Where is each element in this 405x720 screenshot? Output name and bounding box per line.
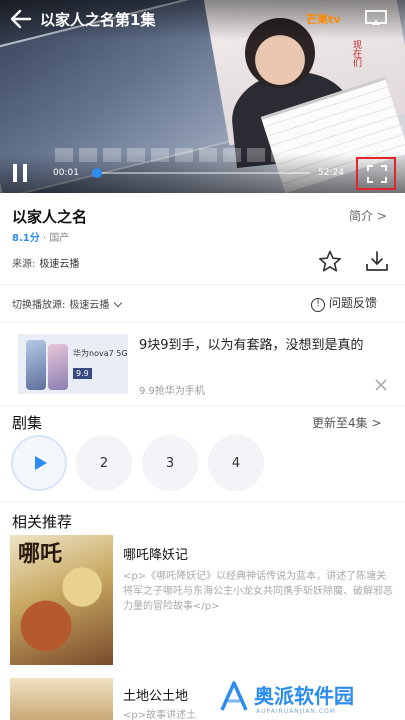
divider: [0, 405, 405, 406]
ad-headline: 9块9到手，以为有套路，没想到是真的: [139, 338, 364, 353]
current-time: 00:01: [53, 168, 79, 178]
video-player[interactable]: 现在们 以家人之名第1集 芒果tv 00:01 52:24: [0, 0, 405, 193]
ad-banner[interactable]: 华为nova7 5G 9.9 9块9到手，以为有套路，没想到是真的 9.9抢华为…: [14, 330, 394, 398]
episode-button[interactable]: 3: [142, 435, 198, 491]
divider: [0, 284, 405, 285]
source-value: 极速云播: [39, 259, 80, 270]
fullscreen-button[interactable]: [356, 157, 396, 190]
episode-button[interactable]: 2: [76, 435, 132, 491]
favorite-star-icon[interactable]: [318, 250, 342, 272]
recommend-poster[interactable]: 哪吒: [10, 535, 113, 665]
download-icon[interactable]: [365, 250, 389, 272]
episodes-title: 剧集: [12, 414, 43, 432]
total-time: 52:24: [318, 168, 344, 178]
switch-source-value: 极速云播: [69, 300, 110, 311]
phone-image: [48, 344, 68, 390]
episode-1-button[interactable]: [11, 435, 67, 491]
divider: [0, 501, 405, 502]
feedback-button[interactable]: ! 问题反馈: [311, 294, 377, 313]
back-arrow-icon[interactable]: [10, 9, 32, 29]
recommend-poster[interactable]: [10, 678, 113, 720]
progress-slider[interactable]: [92, 168, 310, 178]
fullscreen-icon: [367, 165, 387, 183]
play-icon: [34, 456, 47, 470]
chevron-down-icon: [114, 298, 123, 308]
switch-source-label: 切换播放源:: [12, 300, 66, 311]
source-label: 来源:: [12, 259, 36, 270]
rating: 8.1分: [12, 233, 40, 244]
region: 国产: [49, 233, 70, 244]
recommend-title: 相关推荐: [12, 513, 73, 531]
episode-button[interactable]: 4: [208, 435, 264, 491]
ad-model-text: 华为nova7 5G: [73, 349, 128, 358]
video-title: 以家人之名第1集: [40, 11, 156, 29]
watermark-text: 奥派软件园: [254, 684, 354, 708]
poster-title: 哪吒: [18, 541, 63, 567]
ad-image: 华为nova7 5G 9.9: [18, 334, 128, 394]
recommend-item-title[interactable]: 哪吒降妖记: [123, 544, 188, 563]
video-frame-text: 现在们: [351, 40, 361, 67]
divider: [0, 322, 405, 323]
intro-link[interactable]: 简介 >: [349, 207, 387, 224]
cast-icon[interactable]: [365, 10, 387, 26]
ad-subtext: 9.9抢华为手机: [139, 386, 205, 397]
watermark-subtext: AUPAIRUANJIAN.COM: [256, 708, 336, 715]
close-icon[interactable]: [374, 378, 388, 392]
show-title: 以家人之名: [12, 208, 88, 226]
recommend-item-title[interactable]: 土地公土地: [123, 685, 188, 704]
recommend-item-desc: <p>《哪吒降妖记》以经典神话传说为蓝本，讲述了陈塘关将军之子哪吒与东海公主小龙…: [123, 571, 393, 612]
rating-row: 8.1分 · 国产: [12, 229, 69, 244]
episodes-update-link[interactable]: 更新至4集 >: [312, 414, 382, 431]
switch-source-row[interactable]: 切换播放源: 极速云播: [12, 296, 123, 311]
phone-image: [26, 340, 46, 390]
watermark-logo-icon: [220, 681, 248, 711]
site-watermark: 奥派软件园 AUPAIRUANJIAN.COM: [218, 678, 405, 720]
feedback-label: 问题反馈: [329, 296, 378, 310]
ad-price-tag: 9.9: [73, 368, 92, 379]
pause-icon[interactable]: [12, 164, 28, 182]
alert-circle-icon: !: [311, 298, 325, 312]
source-row: 来源: 极速云播: [12, 255, 79, 270]
brand-logo: 芒果tv: [306, 13, 341, 26]
